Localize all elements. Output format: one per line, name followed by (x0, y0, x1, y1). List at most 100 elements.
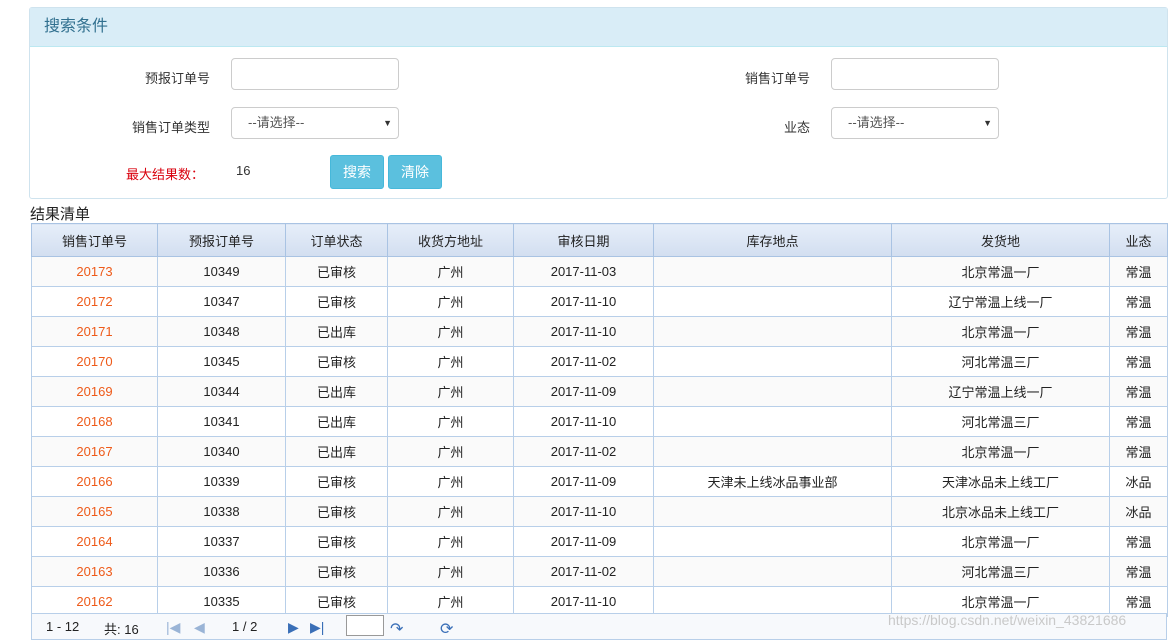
page-number-input[interactable] (346, 615, 384, 636)
table-cell: 10341 (157, 406, 286, 437)
table-cell: 北京常温一厂 (891, 316, 1110, 347)
sales-order-link[interactable]: 20166 (31, 466, 158, 497)
sales-order-link[interactable]: 20167 (31, 436, 158, 467)
table-cell: 河北常温三厂 (891, 346, 1110, 377)
table-cell: 冰品 (1109, 496, 1168, 527)
table-cell (653, 286, 892, 317)
table-row[interactable]: 20169 10344 已出库 广州 2017-11-09 辽宁常温上线一厂 常温 (31, 376, 1168, 407)
sales-order-link[interactable]: 20169 (31, 376, 158, 407)
refresh-icon[interactable]: ⟳ (440, 619, 453, 639)
table-row[interactable]: 20165 10338 已审核 广州 2017-11-10 北京冰品未上线工厂 冰品 (31, 496, 1168, 527)
next-page-icon[interactable]: ▶ (288, 619, 299, 636)
sales-no-label: 销售订单号 (744, 71, 810, 86)
sales-type-value: --请选择-- (248, 115, 305, 130)
table-cell: 2017-11-10 (513, 316, 654, 347)
chevron-down-icon: ▼ (383, 118, 392, 128)
business-value: --请选择-- (848, 115, 905, 130)
prereport-no-input[interactable] (231, 58, 399, 90)
sales-order-link[interactable]: 20170 (31, 346, 158, 377)
sales-no-input[interactable] (831, 58, 999, 90)
table-cell: 10347 (157, 286, 286, 317)
table-cell: 广州 (387, 586, 514, 617)
watermark: https://blog.csdn.net/weixin_43821686 (888, 612, 1127, 628)
panel-title: 搜索条件 (30, 8, 1167, 47)
search-panel: 搜索条件 预报订单号 销售订单号 销售订单类型 --请选择-- ▼ 业态 --请… (29, 7, 1168, 199)
sales-type-select[interactable]: --请选择-- ▼ (231, 107, 399, 139)
sales-order-link[interactable]: 20173 (31, 256, 158, 287)
table-cell: 已出库 (285, 376, 388, 407)
table-cell: 2017-11-09 (513, 466, 654, 497)
sales-order-link[interactable]: 20163 (31, 556, 158, 587)
table-cell: 已审核 (285, 526, 388, 557)
table-cell: 2017-11-02 (513, 346, 654, 377)
table-cell: 广州 (387, 526, 514, 557)
column-header: 审核日期 (513, 223, 654, 257)
chevron-down-icon: ▼ (983, 118, 992, 128)
table-cell: 2017-11-09 (513, 526, 654, 557)
table-row[interactable]: 20164 10337 已审核 广州 2017-11-09 北京常温一厂 常温 (31, 526, 1168, 557)
table-cell: 10337 (157, 526, 286, 557)
sales-order-link[interactable]: 20171 (31, 316, 158, 347)
search-button[interactable]: 搜索 (330, 155, 384, 189)
table-cell: 广州 (387, 466, 514, 497)
table-cell: 10339 (157, 466, 286, 497)
column-header: 预报订单号 (157, 223, 286, 257)
table-cell: 10344 (157, 376, 286, 407)
business-select[interactable]: --请选择-- ▼ (831, 107, 999, 139)
table-cell (653, 526, 892, 557)
table-cell: 常温 (1109, 526, 1168, 557)
table-row[interactable]: 20168 10341 已出库 广州 2017-11-10 河北常温三厂 常温 (31, 406, 1168, 437)
table-cell: 2017-11-02 (513, 556, 654, 587)
sales-order-link[interactable]: 20162 (31, 586, 158, 617)
table-row[interactable]: 20171 10348 已出库 广州 2017-11-10 北京常温一厂 常温 (31, 316, 1168, 347)
table-cell (653, 496, 892, 527)
table-cell: 常温 (1109, 286, 1168, 317)
table-cell: 北京常温一厂 (891, 436, 1110, 467)
table-cell: 10348 (157, 316, 286, 347)
table-cell: 2017-11-03 (513, 256, 654, 287)
table-row[interactable]: 20173 10349 已审核 广州 2017-11-03 北京常温一厂 常温 (31, 256, 1168, 287)
business-label: 业态 (783, 120, 810, 135)
table-cell: 广州 (387, 406, 514, 437)
last-page-icon[interactable]: ▶| (310, 619, 324, 636)
sales-order-link[interactable]: 20164 (31, 526, 158, 557)
table-cell: 2017-11-10 (513, 496, 654, 527)
column-header: 收货方地址 (387, 223, 514, 257)
first-page-icon[interactable]: |◀ (166, 619, 180, 636)
go-arrow-icon[interactable]: ↷ (390, 619, 403, 639)
table-cell: 2017-11-10 (513, 586, 654, 617)
prev-page-icon[interactable]: ◀ (194, 619, 205, 636)
table-cell: 常温 (1109, 556, 1168, 587)
table-cell: 已审核 (285, 556, 388, 587)
table-cell: 已出库 (285, 406, 388, 437)
table-cell: 天津未上线冰品事业部 (653, 466, 892, 497)
table-cell: 10349 (157, 256, 286, 287)
sales-order-link[interactable]: 20165 (31, 496, 158, 527)
column-header: 发货地 (891, 223, 1110, 257)
sales-order-link[interactable]: 20168 (31, 406, 158, 437)
table-cell: 已审核 (285, 586, 388, 617)
clear-button[interactable]: 清除 (388, 155, 442, 189)
pager-range: 1 - 12 (46, 619, 80, 634)
table-cell: 辽宁常温上线一厂 (891, 286, 1110, 317)
table-cell: 北京冰品未上线工厂 (891, 496, 1110, 527)
table-row[interactable]: 20166 10339 已审核 广州 2017-11-09 天津未上线冰品事业部 天津冰品未… (31, 466, 1168, 497)
column-header: 业态 (1109, 223, 1168, 257)
table-cell: 2017-11-10 (513, 286, 654, 317)
table-cell: 冰品 (1109, 466, 1168, 497)
table-cell (653, 376, 892, 407)
table-cell: 广州 (387, 256, 514, 287)
table-cell (653, 556, 892, 587)
table-cell: 广州 (387, 556, 514, 587)
results-table: 销售订单号 预报订单号 订单状态 收货方地址 审核日期 库存地点 发货地 业态 20173 10… (31, 223, 1168, 617)
table-row[interactable]: 20163 10336 已审核 广州 2017-11-02 河北常温三厂 常温 (31, 556, 1168, 587)
table-cell: 广州 (387, 346, 514, 377)
sales-order-link[interactable]: 20172 (31, 286, 158, 317)
table-row[interactable]: 20170 10345 已审核 广州 2017-11-02 河北常温三厂 常温 (31, 346, 1168, 377)
table-cell: 河北常温三厂 (891, 406, 1110, 437)
max-results-value: 16 (236, 163, 251, 178)
table-cell: 广州 (387, 376, 514, 407)
table-row[interactable]: 20172 10347 已审核 广州 2017-11-10 辽宁常温上线一厂 常温 (31, 286, 1168, 317)
table-row[interactable]: 20167 10340 已出库 广州 2017-11-02 北京常温一厂 常温 (31, 436, 1168, 467)
table-cell: 常温 (1109, 376, 1168, 407)
